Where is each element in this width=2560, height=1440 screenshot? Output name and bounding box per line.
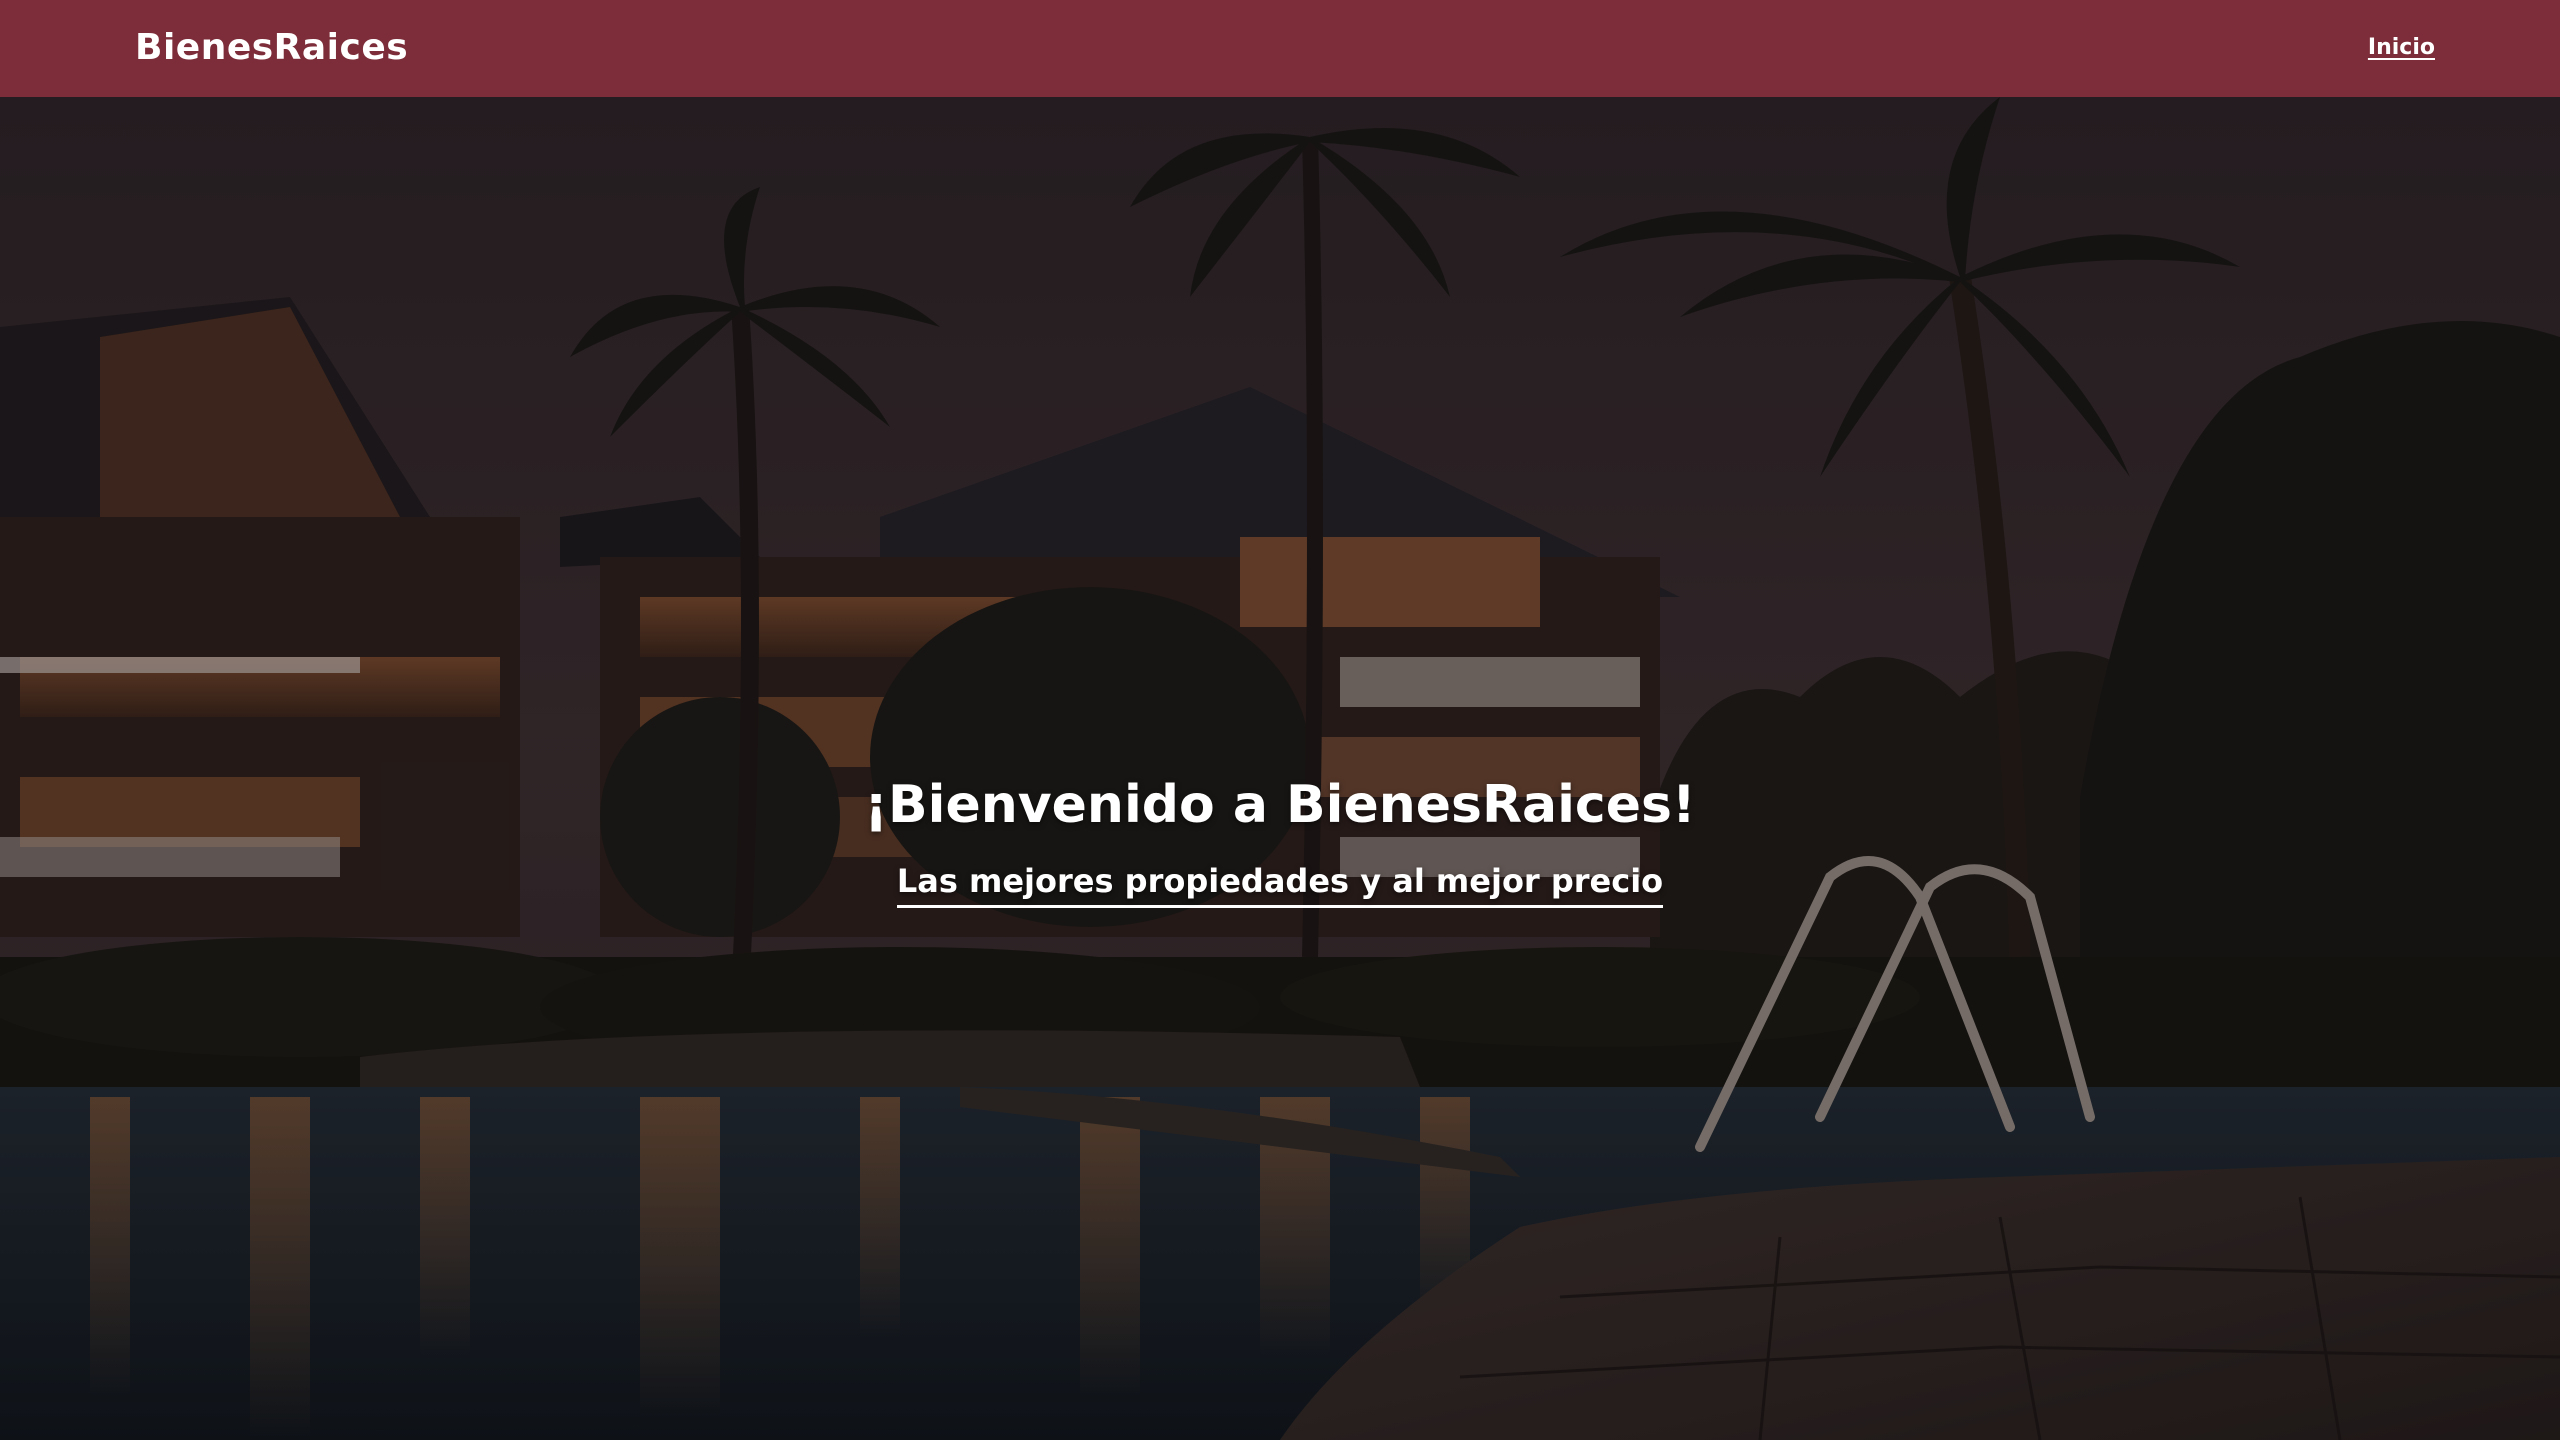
hero-title: ¡Bienvenido a BienesRaices!: [864, 775, 1696, 835]
brand-logo-link[interactable]: BienesRaices: [135, 26, 408, 70]
hero-subtitle-text: Las mejores propiedades y al mejor preci…: [896, 861, 1664, 908]
hero-section: ¡Bienvenido a BienesRaices! Las mejores …: [0, 97, 2560, 1440]
hero-dark-overlay: [0, 97, 2560, 1440]
site-header: BienesRaices Inicio: [0, 0, 2560, 97]
nav-link-inicio[interactable]: Inicio: [2368, 34, 2435, 62]
hero-subtitle: Las mejores propiedades y al mejor preci…: [0, 861, 2560, 908]
